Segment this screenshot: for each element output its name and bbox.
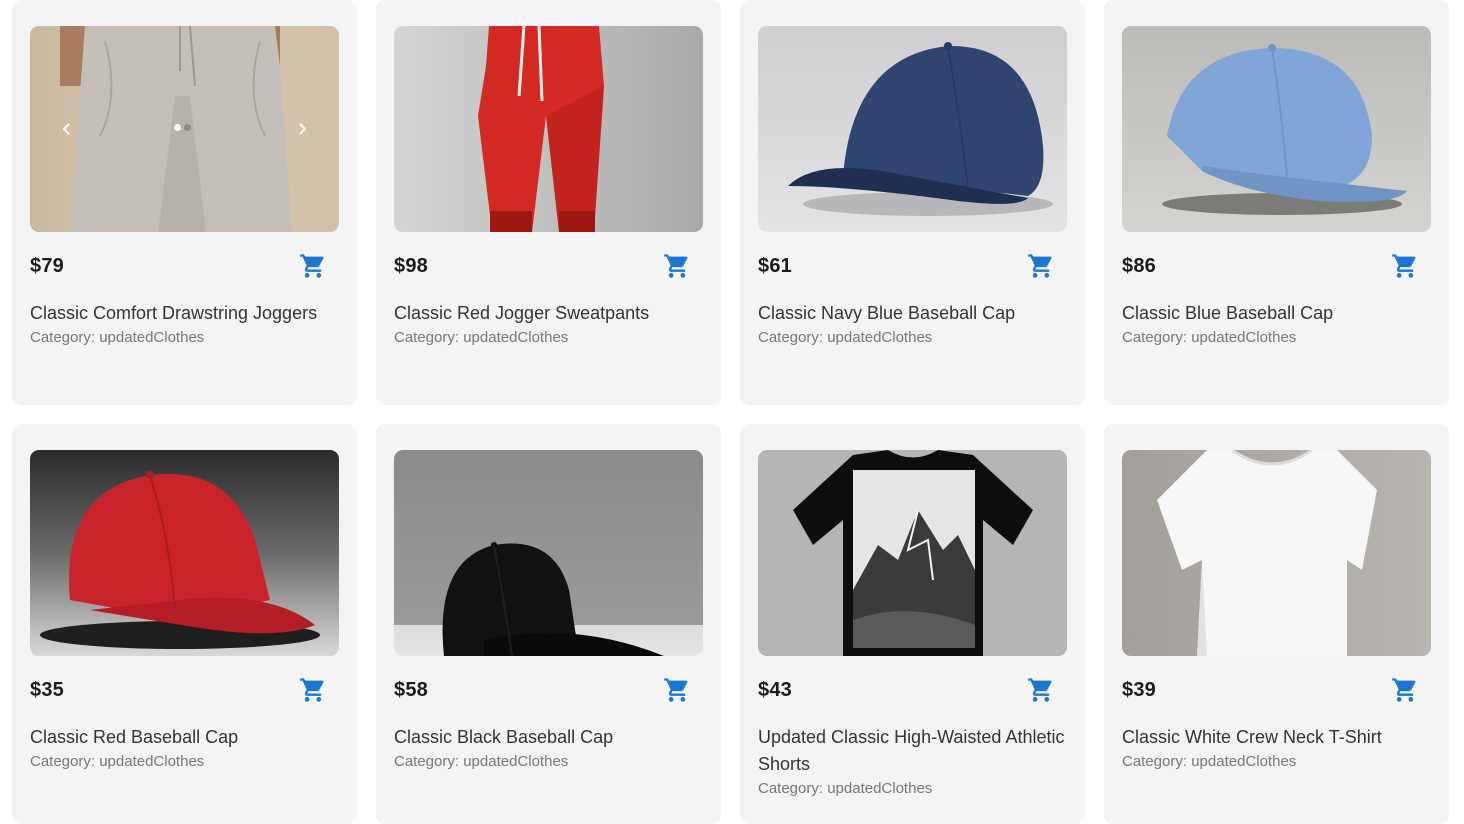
red-cap-image (40, 471, 320, 649)
product-category: Category: updatedClothes (30, 753, 205, 770)
product-card[interactable]: $58 Classic Black Baseball Cap Category:… (376, 424, 721, 824)
product-category: Category: updatedClothes (30, 329, 205, 346)
product-image[interactable] (758, 450, 1067, 656)
cart-icon[interactable] (1391, 252, 1419, 280)
product-title[interactable]: Classic Red Baseball Cap (30, 724, 339, 751)
carousel-indicators (174, 124, 191, 131)
blue-cap-image (1162, 44, 1407, 215)
product-price: $43 (758, 678, 792, 701)
product-title[interactable]: Updated Classic High-Waisted Athletic Sh… (758, 724, 1067, 778)
product-price: $98 (394, 254, 428, 277)
product-title[interactable]: Classic Comfort Drawstring Joggers (30, 300, 339, 327)
product-price: $86 (1122, 254, 1156, 277)
product-price: $61 (758, 254, 792, 277)
product-image[interactable] (394, 450, 703, 656)
product-card[interactable]: $98 Classic Red Jogger Sweatpants Catego… (376, 0, 721, 405)
carousel-dot[interactable] (184, 124, 191, 131)
product-image[interactable] (1122, 26, 1431, 232)
product-card[interactable]: $86 Classic Blue Baseball Cap Category: … (1104, 0, 1449, 405)
product-image[interactable] (30, 450, 339, 656)
product-title[interactable]: Classic Blue Baseball Cap (1122, 300, 1431, 327)
product-card[interactable]: $43 Updated Classic High-Waisted Athleti… (740, 424, 1085, 824)
carousel-dot-active[interactable] (174, 124, 181, 131)
product-category: Category: updatedClothes (394, 329, 569, 346)
cart-icon[interactable] (299, 676, 327, 704)
product-title[interactable]: Classic White Crew Neck T-Shirt (1122, 724, 1431, 751)
product-grid: $79 Classic Comfort Drawstring Joggers C… (12, 0, 1449, 824)
product-card[interactable]: $39 Classic White Crew Neck T-Shirt Cate… (1104, 424, 1449, 824)
cart-icon[interactable] (1027, 252, 1055, 280)
product-category: Category: updatedClothes (758, 780, 933, 797)
chevron-right-icon[interactable] (289, 116, 315, 142)
product-price: $79 (30, 254, 64, 277)
product-card[interactable]: $35 Classic Red Baseball Cap Category: u… (12, 424, 357, 824)
product-image[interactable] (394, 26, 703, 232)
cart-icon[interactable] (663, 676, 691, 704)
product-title[interactable]: Classic Black Baseball Cap (394, 724, 703, 751)
black-cap-image (442, 542, 664, 656)
product-image[interactable] (758, 26, 1067, 232)
product-image-carousel[interactable] (30, 26, 339, 232)
white-tshirt-image (1157, 450, 1377, 656)
red-joggers-image (478, 26, 604, 232)
product-category: Category: updatedClothes (1122, 753, 1297, 770)
product-category: Category: updatedClothes (1122, 329, 1297, 346)
product-title[interactable]: Classic Navy Blue Baseball Cap (758, 300, 1067, 327)
product-category: Category: updatedClothes (758, 329, 933, 346)
product-image[interactable] (1122, 450, 1431, 656)
product-card[interactable]: $61 Classic Navy Blue Baseball Cap Categ… (740, 0, 1085, 405)
product-price: $35 (30, 678, 64, 701)
product-price: $39 (1122, 678, 1156, 701)
cart-icon[interactable] (1391, 676, 1419, 704)
black-tshirt-image (793, 450, 1033, 656)
product-price: $58 (394, 678, 428, 701)
product-card[interactable]: $79 Classic Comfort Drawstring Joggers C… (12, 0, 357, 405)
product-category: Category: updatedClothes (394, 753, 569, 770)
cart-icon[interactable] (663, 252, 691, 280)
cart-icon[interactable] (299, 252, 327, 280)
navy-cap-image (788, 42, 1053, 216)
chevron-left-icon[interactable] (54, 116, 80, 142)
product-title[interactable]: Classic Red Jogger Sweatpants (394, 300, 703, 327)
cart-icon[interactable] (1027, 676, 1055, 704)
